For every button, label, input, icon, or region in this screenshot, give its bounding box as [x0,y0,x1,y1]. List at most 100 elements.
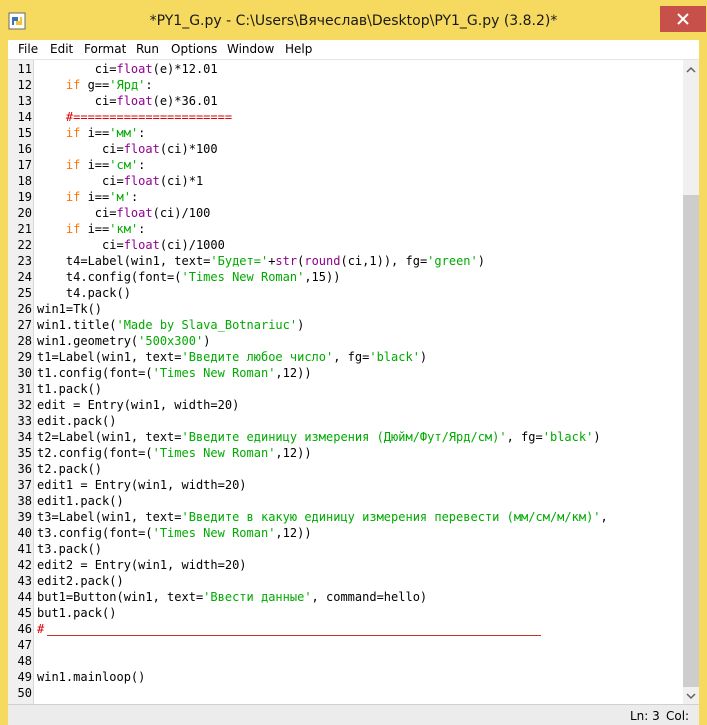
code-line[interactable]: 15 if i=='мм': [8,125,685,141]
code-line[interactable]: 28 win1.geometry('500x300') [8,333,685,349]
idle-editor-window: *PY1_G.py - C:\Users\Вячеслав\Desktop\PY… [0,0,707,725]
line-number: 31 [17,382,32,396]
code-line[interactable]: 31 t1.pack() [8,381,685,397]
line-text: t1=Label(win1, text='Введите любое число… [37,350,428,364]
status-bar: Ln: 3 Col: 0 [8,704,699,725]
line-number: 17 [17,158,32,172]
line-number: 16 [17,142,32,156]
line-number: 43 [17,574,32,588]
line-text: ci=float(e)*12.01 [37,62,218,76]
line-text: t2.pack() [37,462,103,476]
line-number: 47 [17,638,32,652]
code-line[interactable]: 20 ci=float(ci)/100 [8,205,685,221]
line-text: t4.config(font=('Times New Roman',15)) [37,270,341,284]
line-text: edit.pack() [37,414,117,428]
line-number: 32 [17,398,32,412]
code-line[interactable]: 48 [8,653,685,669]
code-line[interactable]: 39 t3=Label(win1, text='Введите в какую е… [8,509,685,525]
line-text: t1.config(font=('Times New Roman',12)) [37,366,312,380]
code-line[interactable]: 29 t1=Label(win1, text='Введите любое чис… [8,349,685,365]
code-line[interactable]: 35 t2.config(font=('Times New Roman',12)) [8,445,685,461]
code-line[interactable]: 25 t4.pack() [8,285,685,301]
line-number: 37 [17,478,32,492]
code-line[interactable]: 19 if i=='м': [8,189,685,205]
code-line[interactable]: 21 if i=='км': [8,221,685,237]
menu-edit[interactable]: Edit [50,42,73,56]
line-text: t2=Label(win1, text='Введите единицу изм… [37,430,601,444]
line-number: 28 [17,334,32,348]
code-line[interactable]: 41 t3.pack() [8,541,685,557]
line-text: if g=='Ярд': [65,78,153,92]
line-number: 50 [17,686,32,700]
line-number: 38 [17,494,32,508]
menu-bar: File Edit Format Run Options Window Help [8,40,699,60]
close-button[interactable] [660,6,706,32]
code-line[interactable]: 45 but1.pack() [8,605,685,621]
menu-format[interactable]: Format [84,42,126,56]
line-number: 27 [17,318,32,332]
line-number: 20 [17,206,32,220]
menu-file[interactable]: File [18,42,38,56]
code-line[interactable]: 17 if i=='см': [8,157,685,173]
status-column: Col: 0 [666,709,690,725]
code-line[interactable]: 34 t2=Label(win1, text='Введите единицу и… [8,429,685,445]
line-number: 46 [17,622,32,636]
code-line[interactable]: 37 edit1 = Entry(win1, width=20) [8,477,685,493]
line-number: 40 [17,526,32,540]
code-line[interactable]: 42 edit2 = Entry(win1, width=20) [8,557,685,573]
line-number: 34 [17,430,32,444]
code-line[interactable]: 16 ci=float(ci)*100 [8,141,685,157]
scrollbar-thumb[interactable] [683,195,699,687]
line-number: 11 [17,62,32,76]
line-number: 19 [17,190,32,204]
menu-options[interactable]: Options [171,42,217,56]
code-line[interactable]: 26 win1=Tk() [8,301,685,317]
close-icon [677,13,689,25]
code-line[interactable]: 50 [8,685,685,701]
line-number: 48 [17,654,32,668]
code-line[interactable]: 33 edit.pack() [8,413,685,429]
code-line[interactable]: 23 t4=Label(win1, text='Будет='+str(roun… [8,253,685,269]
line-text: win1=Tk() [37,302,103,316]
line-number: 23 [17,254,32,268]
menu-help[interactable]: Help [285,42,312,56]
code-line[interactable]: 14 #====================== [8,109,685,125]
code-area[interactable]: 11 ci=float(e)*12.01 12 if g=='Ярд': 13 ci… [8,61,685,701]
line-number: 44 [17,590,32,604]
scroll-down-arrow-icon[interactable] [683,688,699,704]
scroll-up-arrow-icon[interactable] [683,62,699,78]
comment-divider-line [47,635,541,636]
line-number: 45 [17,606,32,620]
line-text: win1.geometry('500x300') [37,334,211,348]
line-text: ci=float(ci)/100 [37,206,211,220]
code-line[interactable]: 12 if g=='Ярд': [8,77,685,93]
code-line[interactable]: 47 [8,637,685,653]
line-text: if i=='см': [65,158,146,172]
code-line[interactable]: 32 edit = Entry(win1, width=20) [8,397,685,413]
menu-run[interactable]: Run [136,42,159,56]
line-text: edit1 = Entry(win1, width=20) [37,478,247,492]
code-line[interactable]: 43 edit2.pack() [8,573,685,589]
line-text: win1.title('Made by Slava_Botnariuc') [37,318,305,332]
code-line[interactable]: 30 t1.config(font=('Times New Roman',12)) [8,365,685,381]
title-bar[interactable]: *PY1_G.py - C:\Users\Вячеслав\Desktop\PY… [0,0,707,40]
menu-window[interactable]: Window [227,42,274,56]
line-text: win1.mainloop() [37,670,146,684]
code-line[interactable]: 27 win1.title('Made by Slava_Botnariuc') [8,317,685,333]
code-line[interactable]: 18 ci=float(ci)*1 [8,173,685,189]
code-line[interactable]: 36 t2.pack() [8,461,685,477]
line-number: 35 [17,446,32,460]
line-text: edit = Entry(win1, width=20) [37,398,240,412]
status-line: Ln: 3 [630,709,660,723]
code-line[interactable]: 11 ci=float(e)*12.01 [8,61,685,77]
line-number: 15 [17,126,32,140]
code-editor[interactable]: 11 ci=float(e)*12.01 12 if g=='Ярд': 13 ci… [8,60,699,704]
line-text: edit1.pack() [37,494,124,508]
code-line[interactable]: 40 t3.config(font=('Times New Roman',12)) [8,525,685,541]
code-line[interactable]: 13 ci=float(e)*36.01 [8,93,685,109]
code-line[interactable]: 24 t4.config(font=('Times New Roman',15)… [8,269,685,285]
code-line[interactable]: 38 edit1.pack() [8,493,685,509]
code-line[interactable]: 44 but1=Button(win1, text='Ввести данные'… [8,589,685,605]
code-line[interactable]: 49 win1.mainloop() [8,669,685,685]
code-line[interactable]: 22 ci=float(ci)/1000 [8,237,685,253]
